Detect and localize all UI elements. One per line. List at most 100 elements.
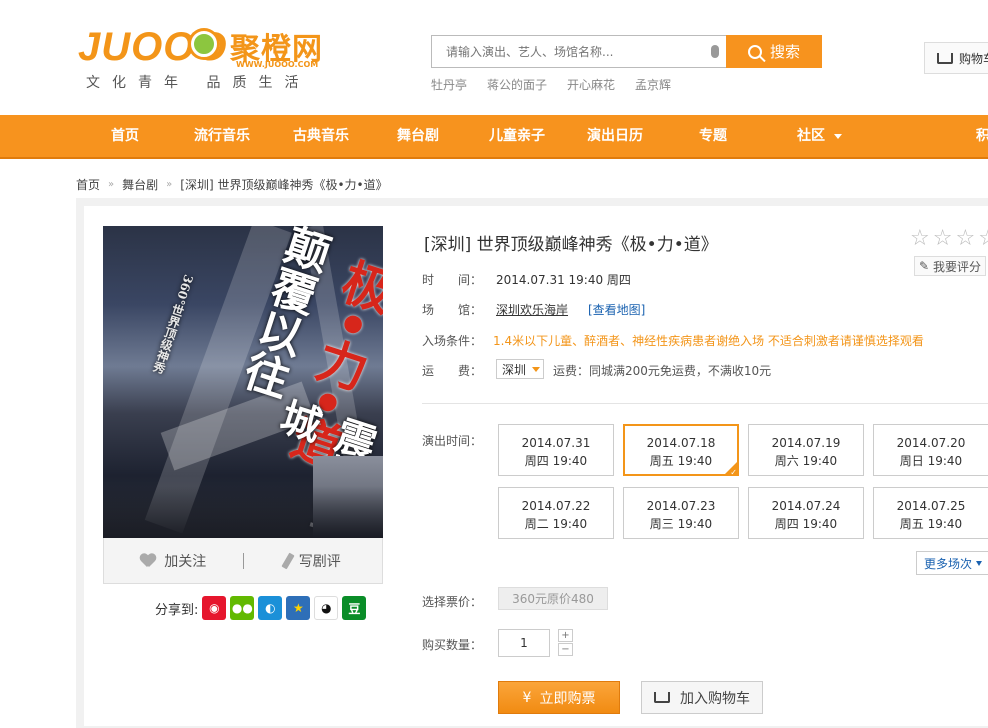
nav-item-pop-music[interactable]: 流行音乐 — [194, 115, 250, 157]
poster-subtitle: 360°世界顶级神秀 — [150, 272, 196, 376]
qzone-icon[interactable]: ★ — [286, 596, 311, 620]
qq-icon[interactable]: ◕ — [314, 596, 339, 620]
nav-item-home[interactable]: 首页 — [111, 115, 139, 157]
write-review-label: 写剧评 — [298, 553, 341, 570]
session-label: 演出时间： — [422, 434, 483, 448]
nav-item-classical-music[interactable]: 古典音乐 — [293, 115, 349, 157]
breadcrumb: 首页 » 舞台剧 » [深圳] 世界顶级巅峰神秀《极•力•道》 — [76, 176, 388, 193]
session-option[interactable]: 2014.07.25 周五 19:40 — [873, 487, 988, 539]
cart-icon — [654, 692, 670, 703]
yen-icon: ¥ — [522, 689, 532, 706]
rate-button[interactable]: ✎ 我要评分 — [914, 256, 986, 276]
event-poster[interactable]: 360°世界顶级神秀 颠覆以往 极•力•道 震撼全城 — [103, 226, 383, 538]
quantity-input[interactable]: 1 — [498, 629, 550, 657]
pen-icon — [281, 552, 295, 569]
poster-actions: 加关注 写剧评 — [103, 538, 383, 584]
session-day: 周四 19:40 — [774, 517, 838, 531]
session-option[interactable]: 2014.07.23 周三 19:40 — [623, 487, 739, 539]
heart-icon — [140, 554, 156, 568]
hot-word-link[interactable]: 牡丹亭 — [431, 76, 467, 93]
hot-search-words: 牡丹亭 蒋公的面子 开心麻花 孟京辉 — [431, 76, 671, 93]
session-date: 2014.07.25 — [896, 499, 966, 513]
city-select[interactable]: 深圳 — [496, 359, 544, 379]
section-divider — [422, 403, 988, 404]
douban-icon[interactable]: 豆 — [342, 596, 367, 620]
nav-item-topics[interactable]: 专题 — [699, 115, 727, 157]
more-sessions-label: 更多场次 — [923, 556, 972, 571]
header-cart-label: 购物车 — [959, 51, 988, 66]
session-date: 2014.07.22 — [521, 499, 591, 513]
more-sessions-button[interactable]: 更多场次 — [916, 551, 988, 575]
write-review-button[interactable]: 写剧评 — [244, 551, 383, 571]
wechat-icon[interactable]: ●● — [230, 596, 255, 620]
breadcrumb-category[interactable]: 舞台剧 — [122, 176, 158, 193]
breadcrumb-home[interactable]: 首页 — [76, 176, 100, 193]
session-option-selected[interactable]: 2014.07.18 周五 19:40 — [623, 424, 739, 482]
check-icon — [724, 461, 738, 482]
entry-condition-label: 入场条件： — [422, 334, 483, 348]
nav-item-community[interactable]: 社区 — [797, 115, 842, 157]
session-option[interactable]: 2014.07.24 周四 19:40 — [748, 487, 864, 539]
view-map-link[interactable]: [查看地图] — [588, 301, 645, 318]
price-option[interactable]: 360元原价480 — [498, 587, 608, 610]
cart-icon — [937, 52, 953, 64]
session-date: 2014.07.20 — [896, 436, 966, 450]
hot-word-link[interactable]: 孟京辉 — [635, 76, 671, 93]
star-icon[interactable]: ☆ — [955, 226, 975, 251]
session-date: 2014.07.24 — [771, 499, 841, 513]
nav-item-show-calendar[interactable]: 演出日历 — [587, 115, 643, 157]
session-day: 周五 19:40 — [899, 517, 963, 531]
buy-now-button[interactable]: ¥ 立即购票 — [498, 681, 620, 714]
weibo-icon[interactable]: ◉ — [202, 596, 227, 620]
main-nav: 首页 流行音乐 古典音乐 舞台剧 儿童亲子 演出日历 专题 社区 积 — [0, 115, 988, 159]
session-day: 周六 19:40 — [774, 454, 838, 468]
buy-now-label: 立即购票 — [539, 690, 596, 707]
search-input[interactable] — [432, 36, 702, 67]
price-label: 选择票价： — [422, 595, 483, 609]
session-day: 周三 19:40 — [649, 517, 713, 531]
breadcrumb-separator-icon: » — [108, 179, 115, 190]
time-value: 2014.07.31 19:40 周四 — [496, 273, 631, 287]
session-option[interactable]: 2014.07.20 周日 19:40 — [873, 424, 988, 476]
quantity-minus-button[interactable]: − — [558, 643, 573, 656]
session-option[interactable]: 2014.07.22 周二 19:40 — [498, 487, 614, 539]
tencent-weibo-icon[interactable]: ◐ — [258, 596, 283, 620]
quantity-label: 购买数量： — [422, 638, 483, 652]
event-title: [深圳] 世界顶级巅峰神秀《极•力•道》 — [424, 235, 718, 255]
hot-word-link[interactable]: 开心麻花 — [567, 76, 615, 93]
hot-word-link[interactable]: 蒋公的面子 — [487, 76, 547, 93]
follow-label: 加关注 — [164, 553, 207, 570]
session-day: 周日 19:40 — [899, 454, 963, 468]
session-option[interactable]: 2014.07.19 周六 19:40 — [748, 424, 864, 476]
nav-item-stage-drama[interactable]: 舞台剧 — [397, 115, 439, 157]
session-day: 周二 19:40 — [524, 517, 588, 531]
nav-item-points[interactable]: 积 — [976, 115, 988, 157]
rate-label: 我要评分 — [933, 259, 982, 274]
quantity-plus-button[interactable]: + — [558, 629, 573, 642]
site-logo[interactable]: JUOOO 聚橙网 WWW.JUOOO.COM 文化青年 品质生活 — [78, 22, 328, 92]
star-icon[interactable]: ☆ — [933, 226, 953, 251]
time-label: 时 间： — [422, 273, 483, 287]
session-date: 2014.07.23 — [646, 499, 716, 513]
rating-stars[interactable]: ☆ ☆ ☆ ☆ — [910, 226, 988, 251]
search-button-label: 搜索 — [769, 43, 800, 61]
pencil-icon: ✎ — [918, 259, 930, 273]
star-icon[interactable]: ☆ — [910, 226, 930, 251]
session-date: 2014.07.19 — [771, 436, 841, 450]
breadcrumb-current: [深圳] 世界顶级巅峰神秀《极•力•道》 — [180, 178, 388, 192]
chevron-down-icon — [834, 133, 842, 139]
nav-item-kids-family[interactable]: 儿童亲子 — [489, 115, 545, 157]
microphone-icon[interactable] — [711, 45, 719, 58]
venue-link[interactable]: 深圳欢乐海岸 — [496, 301, 568, 318]
search-icon — [747, 44, 762, 59]
chevron-down-icon — [976, 560, 982, 566]
city-select-value: 深圳 — [502, 362, 527, 377]
search-button[interactable]: 搜索 — [726, 35, 822, 68]
session-option[interactable]: 2014.07.31 周四 19:40 — [498, 424, 614, 476]
header-cart-button[interactable]: 购物车 — [924, 42, 988, 74]
add-to-cart-button[interactable]: 加入购物车 — [641, 681, 763, 714]
follow-button[interactable]: 加关注 — [104, 551, 243, 571]
star-icon[interactable]: ☆ — [978, 226, 988, 251]
breadcrumb-separator-icon: » — [166, 179, 173, 190]
shipping-value: 运费：同城满200元免运费，不满收10元 — [553, 364, 772, 378]
